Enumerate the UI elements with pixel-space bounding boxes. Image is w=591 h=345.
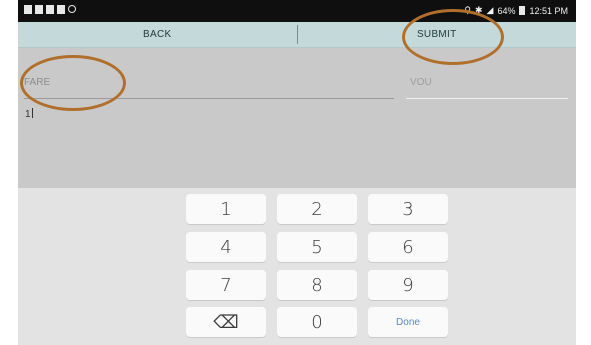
fare-input[interactable]: FARE xyxy=(24,72,394,99)
key-7[interactable]: 7 xyxy=(186,270,266,300)
sync-icon xyxy=(68,5,76,13)
warning-icon xyxy=(35,5,43,14)
location-icon: ⚲ xyxy=(464,5,471,15)
clock: 12:51 PM xyxy=(529,5,568,16)
key-4[interactable]: 4 xyxy=(186,232,266,262)
key-5[interactable]: 5 xyxy=(277,232,357,262)
key-6[interactable]: 6 xyxy=(368,232,448,262)
status-bar: ⚲ ✱ ◢ 64% 12:51 PM xyxy=(18,0,576,22)
key-3[interactable]: 3 xyxy=(368,194,448,224)
backspace-key[interactable]: ⌫ xyxy=(186,307,266,337)
submit-button[interactable]: SUBMIT xyxy=(298,22,577,47)
signal-icon: ◢ xyxy=(486,5,494,15)
numeric-keypad: 1 2 3 4 5 6 7 8 9 ⌫ 0 Done xyxy=(18,188,576,345)
backspace-icon: ⌫ xyxy=(213,311,239,333)
text-caret xyxy=(31,108,33,118)
battery-icon xyxy=(519,6,526,15)
mail-icon xyxy=(57,5,65,14)
key-1[interactable]: 1 xyxy=(186,194,266,224)
note-input[interactable]: 1 xyxy=(25,108,33,120)
notification-icons xyxy=(24,5,76,14)
tablet-screen: ⚲ ✱ ◢ 64% 12:51 PM BACK SUBMIT FARE VOU … xyxy=(18,0,576,345)
system-status: ⚲ ✱ ◢ 64% 12:51 PM xyxy=(464,5,568,16)
fare-form: FARE VOU 1 xyxy=(18,48,576,188)
vou-placeholder: VOU xyxy=(410,77,432,88)
key-0[interactable]: 0 xyxy=(277,307,357,337)
vou-input[interactable]: VOU xyxy=(406,72,568,99)
key-2[interactable]: 2 xyxy=(277,194,357,224)
key-8[interactable]: 8 xyxy=(277,270,357,300)
done-key[interactable]: Done xyxy=(368,307,448,337)
key-9[interactable]: 9 xyxy=(368,270,448,300)
note-value: 1 xyxy=(25,109,31,120)
message-icon xyxy=(24,5,32,14)
bluetooth-icon: ✱ xyxy=(474,5,483,15)
fare-placeholder: FARE xyxy=(24,77,51,88)
media-icon xyxy=(46,5,54,14)
battery-percent: 64% xyxy=(497,5,516,16)
action-bar: BACK SUBMIT xyxy=(18,22,576,48)
back-button[interactable]: BACK xyxy=(18,22,297,47)
